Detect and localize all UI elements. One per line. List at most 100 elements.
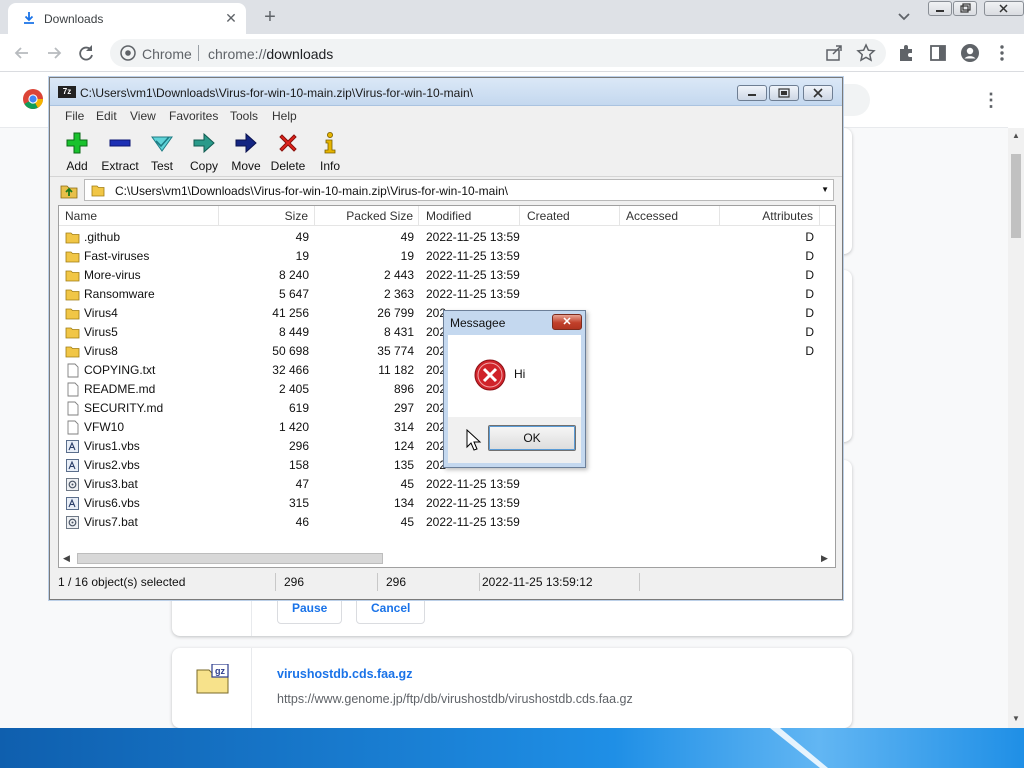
column-packed-size[interactable]: Packed Size [315, 206, 419, 226]
menu-file[interactable]: File [65, 109, 84, 123]
folder-up-icon[interactable] [60, 181, 78, 199]
dialog-close-button[interactable]: ✕ [552, 314, 582, 330]
sevenzip-minimize-button[interactable] [737, 85, 767, 101]
path-dropdown-icon[interactable]: ▼ [821, 185, 829, 194]
cell-size: 296 [288, 439, 309, 453]
copy-label: Copy [189, 159, 218, 173]
menu-favorites[interactable]: Favorites [169, 109, 218, 123]
folder-icon [65, 270, 80, 282]
share-icon[interactable] [824, 43, 844, 63]
omnibox-separator [198, 45, 199, 61]
page-scrollbar[interactable]: ▲ ▼ [1008, 128, 1024, 728]
extensions-puzzle-icon[interactable] [896, 43, 916, 63]
tab-close-icon[interactable]: ✕ [222, 9, 240, 27]
hscroll-thumb[interactable] [77, 553, 383, 564]
cell-attributes [720, 494, 814, 513]
more-actions-icon[interactable]: ⋮ [982, 90, 1000, 110]
cell-packed-size: 314 [393, 420, 414, 434]
scroll-right-arrow-icon[interactable]: ▶ [821, 553, 828, 564]
tab-strip: Downloads ✕ + [0, 0, 1024, 34]
reload-button[interactable] [75, 42, 97, 64]
side-panel-icon[interactable] [928, 43, 948, 63]
table-row[interactable]: .github 49 49 2022-11-25 13:59 D [59, 228, 835, 247]
windows-taskbar [0, 728, 1024, 768]
download-file-link[interactable]: virushostdb.cds.faa.gz [277, 667, 412, 681]
sevenzip-close-button[interactable] [803, 85, 833, 101]
forward-button[interactable] [43, 42, 65, 64]
cell-packed-size: 11 182 [378, 363, 414, 377]
copy-button[interactable]: Copy [183, 129, 225, 175]
column-attributes[interactable]: Attributes [720, 206, 820, 226]
cell-modified: 2022-11-25 13:59 [426, 287, 520, 301]
dialog-title: Messagee [450, 316, 506, 330]
delete-button[interactable]: Delete [267, 129, 309, 175]
bookmark-star-icon[interactable] [856, 43, 876, 63]
move-button[interactable]: Move [225, 129, 267, 175]
extract-minus-icon [109, 139, 131, 147]
cell-size: 619 [288, 401, 309, 415]
restore-button[interactable] [953, 1, 977, 16]
ok-button[interactable]: OK [488, 425, 576, 451]
file-list-hscrollbar[interactable]: ◀ ▶ [59, 549, 835, 567]
extract-label: Extract [101, 159, 139, 173]
sevenzip-menubar: File Edit View Favorites Tools Help [50, 106, 842, 125]
menu-tools[interactable]: Tools [230, 109, 258, 123]
cell-packed-size: 8 431 [383, 325, 414, 339]
tab-downloads[interactable]: Downloads ✕ [8, 3, 246, 34]
cell-attributes [720, 513, 814, 532]
tab-search-chevron-icon[interactable] [896, 10, 912, 24]
column-name[interactable]: Name [59, 206, 219, 226]
browser-toolbar: Chrome chrome://downloads [0, 34, 1024, 72]
close-window-button[interactable] [984, 1, 1024, 16]
dialog-body: Hi [448, 335, 581, 417]
column-accessed[interactable]: Accessed [620, 206, 720, 226]
sevenzip-restore-button[interactable] [769, 85, 799, 101]
test-button[interactable]: Test [141, 129, 183, 175]
extract-button[interactable]: Extract [99, 129, 141, 175]
document-icon [67, 420, 79, 435]
cell-size: 158 [288, 458, 309, 472]
scroll-down-arrow-icon[interactable]: ▼ [1012, 715, 1020, 723]
back-button[interactable] [11, 42, 33, 64]
cell-attributes [720, 456, 814, 475]
column-created[interactable]: Created [520, 206, 620, 226]
info-button[interactable]: Info [309, 129, 351, 175]
table-row[interactable]: Ransomware 5 647 2 363 2022-11-25 13:59 D [59, 285, 835, 304]
restore-icon [778, 88, 790, 98]
cell-attributes [720, 361, 814, 380]
table-row[interactable]: Virus3.bat 47 45 2022-11-25 13:59 [59, 475, 835, 494]
column-size[interactable]: Size [219, 206, 315, 226]
cell-size: 47 [295, 477, 309, 491]
sevenzip-path-field[interactable]: C:\Users\vm1\Downloads\Virus-for-win-10-… [84, 179, 834, 201]
site-label: Chrome [142, 46, 192, 62]
menu-edit[interactable]: Edit [96, 109, 117, 123]
table-row[interactable]: Fast-viruses 19 19 2022-11-25 13:59 D [59, 247, 835, 266]
cell-packed-size: 124 [393, 439, 414, 453]
scroll-left-arrow-icon[interactable]: ◀ [63, 553, 70, 564]
cell-size: 49 [295, 230, 309, 244]
cell-size: 46 [295, 515, 309, 529]
profile-avatar-icon[interactable] [960, 43, 980, 63]
download-source-url: https://www.genome.jp/ftp/db/virushostdb… [277, 692, 633, 706]
folder-icon [65, 289, 80, 301]
close-icon [813, 88, 823, 98]
menu-view[interactable]: View [130, 109, 156, 123]
column-modified[interactable]: Modified [419, 206, 520, 226]
address-bar[interactable]: Chrome chrome://downloads [110, 39, 886, 67]
table-row[interactable]: Virus6.vbs 315 134 2022-11-25 13:59 [59, 494, 835, 513]
file-list-header: Name Size Packed Size Modified Created A… [59, 206, 835, 226]
table-row[interactable]: More-virus 8 240 2 443 2022-11-25 13:59 D [59, 266, 835, 285]
minimize-button[interactable] [928, 1, 952, 16]
folder-icon [91, 185, 105, 197]
cell-name: .github [84, 230, 121, 244]
table-row[interactable]: Virus7.bat 46 45 2022-11-25 13:59 [59, 513, 835, 532]
add-button[interactable]: Add [56, 129, 98, 175]
copy-arrow-icon [193, 132, 215, 154]
new-tab-button[interactable]: + [260, 7, 280, 27]
chrome-menu-icon[interactable] [992, 43, 1012, 63]
menu-help[interactable]: Help [272, 109, 297, 123]
scroll-up-arrow-icon[interactable]: ▲ [1012, 132, 1020, 140]
scrollbar-thumb[interactable] [1011, 154, 1021, 238]
document-icon [67, 401, 79, 416]
minimize-icon [748, 94, 756, 96]
